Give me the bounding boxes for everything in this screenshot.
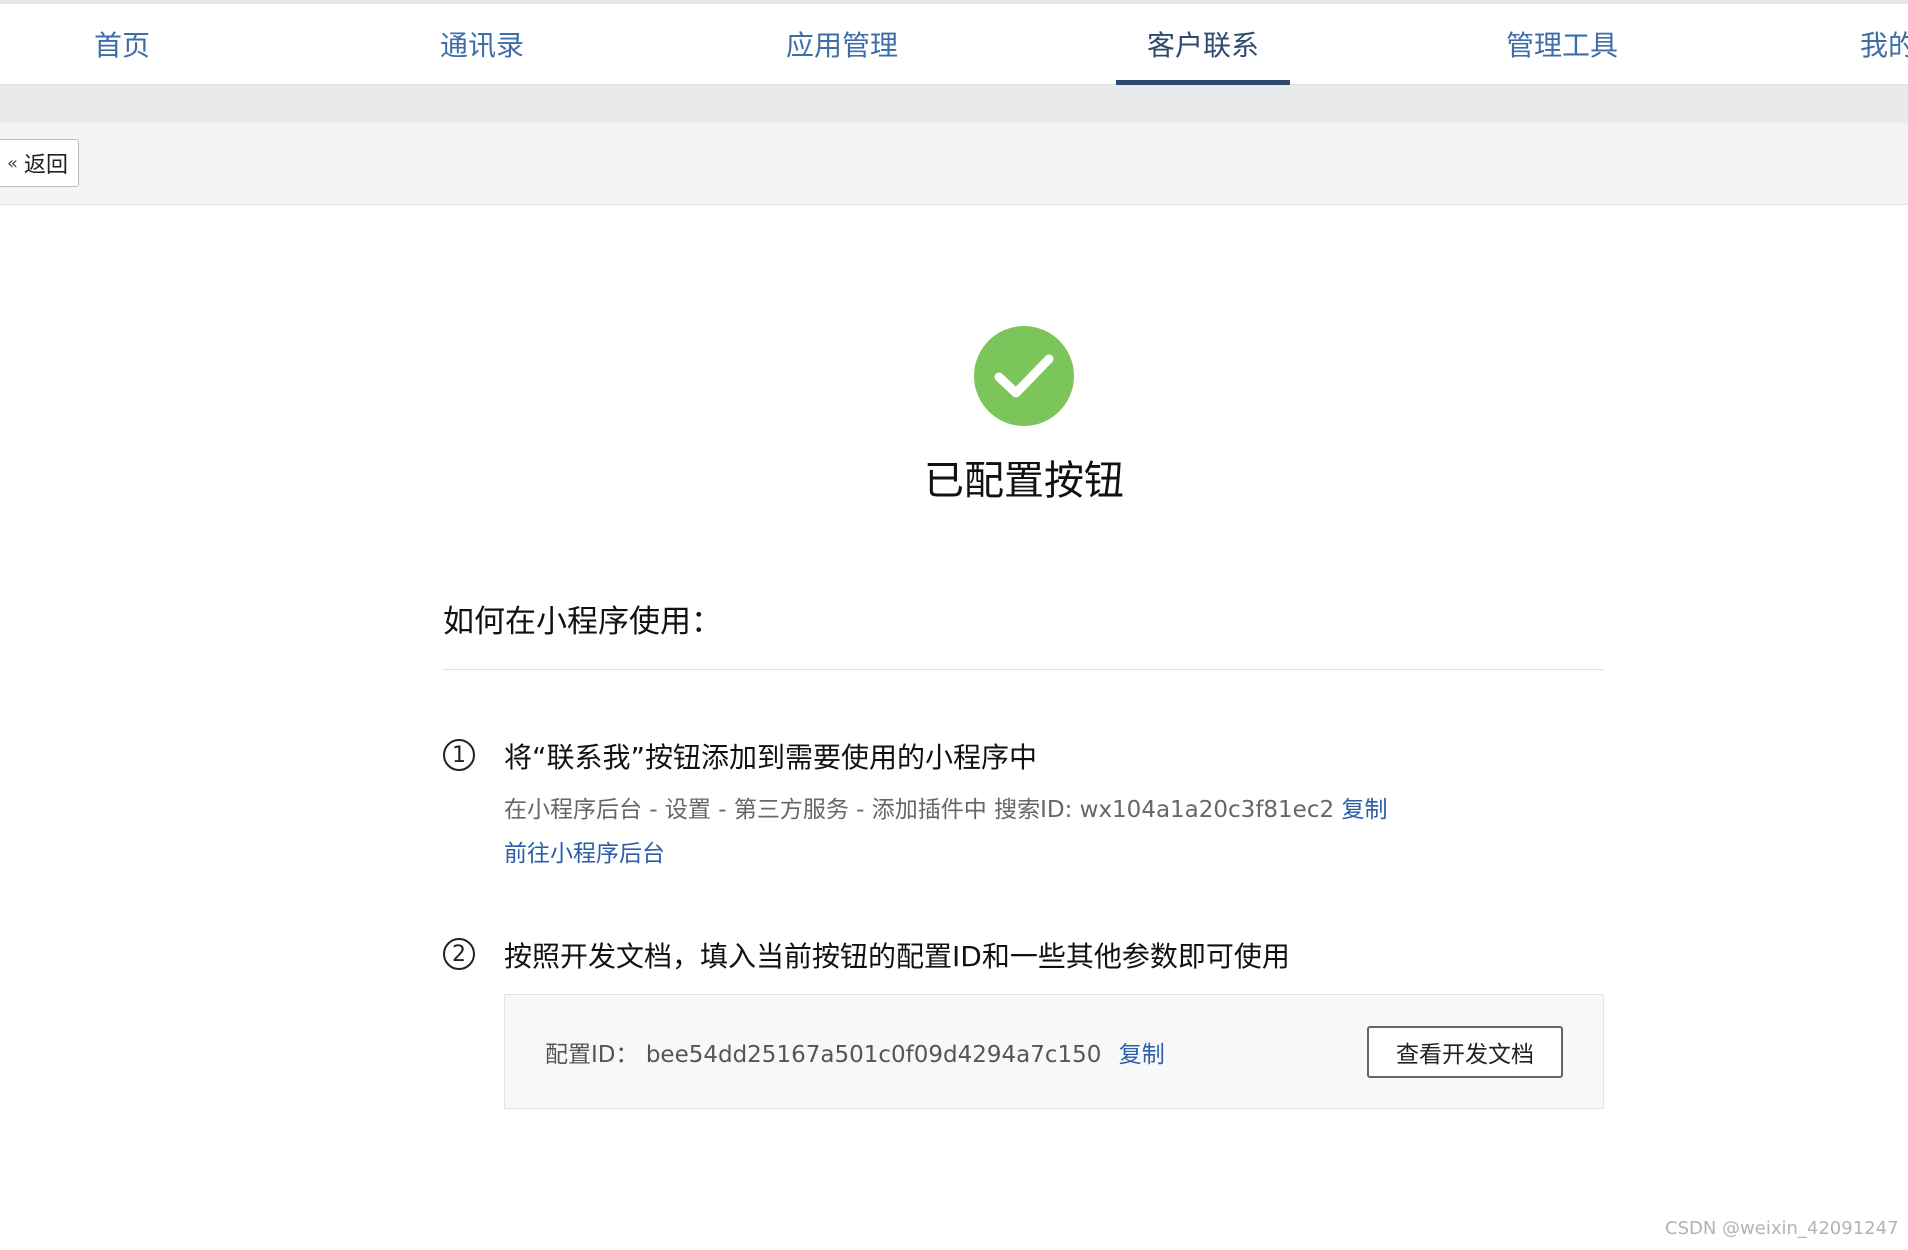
double-chevron-left-icon: «	[6, 152, 18, 174]
success-title: 已配置按钮	[924, 458, 1124, 504]
view-dev-docs-button[interactable]: 查看开发文档	[1367, 1026, 1563, 1078]
copy-config-id-link[interactable]: 复制	[1119, 1042, 1165, 1068]
section-title: 如何在小程序使用：	[443, 604, 722, 640]
step-2-title: 按照开发文档，填入当前按钮的配置ID和一些其他参数即可使用	[504, 940, 1290, 973]
step-1-description: 在小程序后台 - 设置 - 第三方服务 - 添加插件中 搜索ID: wx104a…	[504, 790, 1387, 824]
step-1-desc-text: 在小程序后台 - 设置 - 第三方服务 - 添加插件中 搜索ID: wx104a…	[504, 797, 1335, 823]
top-nav: 首页 通讯录 应用管理 客户联系 管理工具 我的	[0, 4, 1908, 86]
nav-tab-mine[interactable]: 我的	[1860, 4, 1908, 84]
copy-plugin-id-link[interactable]: 复制	[1341, 797, 1387, 823]
back-button-label: 返回	[24, 153, 69, 178]
toolbar: « 返回	[0, 123, 1908, 205]
nav-tab-customer-contact[interactable]: 客户联系	[1131, 4, 1275, 84]
nav-tab-management-tools[interactable]: 管理工具	[1492, 4, 1632, 84]
step-1-title: 将“联系我”按钮添加到需要使用的小程序中	[504, 741, 1038, 774]
goto-miniprogram-admin-link[interactable]: 前往小程序后台	[504, 834, 665, 868]
step-2-number: 2	[443, 938, 475, 970]
step-1-number: 1	[443, 739, 475, 771]
nav-tab-home[interactable]: 首页	[62, 4, 182, 84]
back-button[interactable]: « 返回	[0, 139, 79, 187]
config-id-row: 配置ID： bee54dd25167a501c0f09d4294a7c150 复…	[545, 1035, 1165, 1069]
config-id-box: 配置ID： bee54dd25167a501c0f09d4294a7c150 复…	[504, 994, 1604, 1109]
nav-tab-contacts[interactable]: 通讯录	[422, 4, 542, 84]
nav-tab-app-management[interactable]: 应用管理	[772, 4, 912, 84]
config-id-value: bee54dd25167a501c0f09d4294a7c150	[645, 1042, 1102, 1068]
subheader-band	[0, 85, 1908, 123]
config-id-label: 配置ID：	[545, 1042, 639, 1068]
watermark: CSDN @weixin_42091247	[1665, 1218, 1899, 1239]
section-divider	[443, 669, 1604, 670]
success-check-icon	[974, 326, 1074, 426]
